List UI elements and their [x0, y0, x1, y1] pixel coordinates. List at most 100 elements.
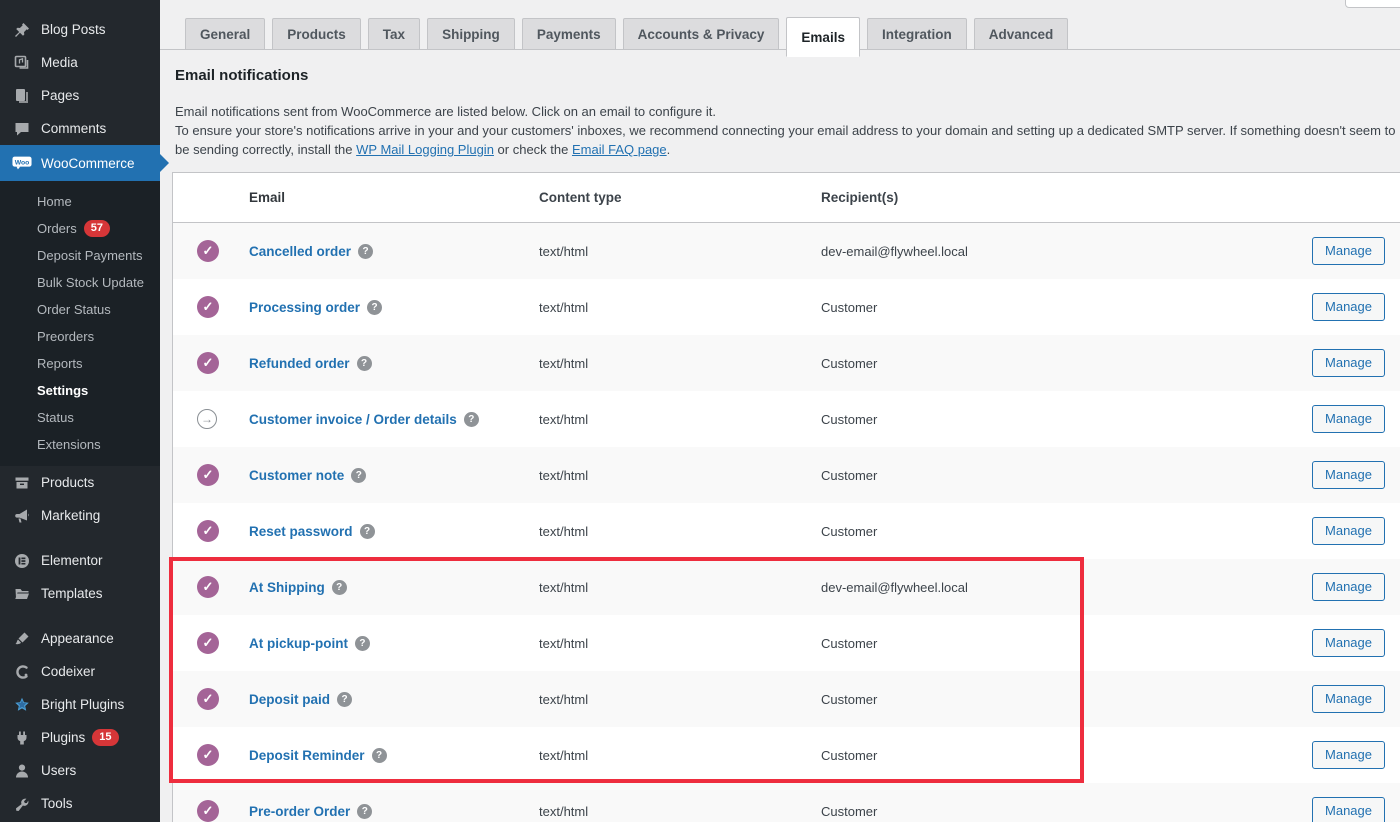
sidebar-item-products[interactable]: Products	[0, 466, 160, 499]
notice-line-2-middle: or check the	[494, 142, 572, 157]
tab-advanced[interactable]: Advanced	[974, 18, 1069, 50]
sidebar-item-codeixer[interactable]: Codeixer	[0, 655, 160, 688]
content-type-cell: text/html	[539, 692, 821, 707]
subitem-label: Home	[37, 194, 72, 209]
notice-line-1: To ensure your store's notifications arr…	[175, 121, 1400, 140]
email-name-link[interactable]: Deposit paid	[249, 692, 330, 707]
sidebar-item-appearance[interactable]: Appearance	[0, 622, 160, 655]
content-type-cell: text/html	[539, 244, 821, 259]
sidebar-item-templates[interactable]: Templates	[0, 577, 160, 610]
sidebar-item-comments[interactable]: Comments	[0, 112, 160, 145]
help-icon[interactable]: ?	[367, 300, 382, 315]
sidebar-item-users[interactable]: Users	[0, 754, 160, 787]
tab-emails[interactable]: Emails	[786, 17, 860, 57]
tab-integration[interactable]: Integration	[867, 18, 967, 50]
elementor-icon	[12, 552, 32, 570]
sidebar-subitem-reports[interactable]: Reports	[0, 350, 160, 377]
sidebar-item-pages[interactable]: Pages	[0, 79, 160, 112]
sidebar-subitem-deposit-payments[interactable]: Deposit Payments	[0, 242, 160, 269]
help-icon[interactable]: ?	[355, 636, 370, 651]
manage-cell: Manage	[1312, 237, 1400, 265]
tab-general[interactable]: General	[185, 18, 265, 50]
menu-item-label: Users	[41, 763, 76, 778]
recipient-cell: Customer	[821, 692, 1312, 707]
sidebar-subitem-home[interactable]: Home	[0, 188, 160, 215]
manage-button[interactable]: Manage	[1312, 741, 1385, 769]
menu-item-label: Templates	[41, 586, 103, 601]
recipient-cell: Customer	[821, 356, 1312, 371]
content-type-cell: text/html	[539, 412, 821, 427]
email-name-cell: Customer invoice / Order details?	[249, 412, 539, 427]
sidebar-subitem-preorders[interactable]: Preorders	[0, 323, 160, 350]
help-icon[interactable]: ?	[357, 804, 372, 819]
partial-search-box[interactable]	[1345, 0, 1400, 8]
manage-cell: Manage	[1312, 461, 1400, 489]
sidebar-subitem-status[interactable]: Status	[0, 404, 160, 431]
help-icon[interactable]: ?	[332, 580, 347, 595]
help-icon[interactable]: ?	[351, 468, 366, 483]
megaphone-icon	[12, 507, 32, 525]
settings-tabs: GeneralProductsTaxShippingPaymentsAccoun…	[185, 17, 1068, 50]
tab-tax[interactable]: Tax	[368, 18, 420, 50]
manage-button[interactable]: Manage	[1312, 573, 1385, 601]
email-row-at-shipping: ✓At Shipping?text/htmldev-email@flywheel…	[173, 559, 1400, 615]
manage-button[interactable]: Manage	[1312, 517, 1385, 545]
sidebar-item-marketing[interactable]: Marketing	[0, 499, 160, 532]
manage-button[interactable]: Manage	[1312, 461, 1385, 489]
media-icon	[12, 54, 32, 72]
email-name-link[interactable]: Customer note	[249, 468, 344, 483]
sidebar-item-plugins[interactable]: Plugins15	[0, 721, 160, 754]
woocommerce-icon: Woo	[12, 154, 32, 172]
manage-button[interactable]: Manage	[1312, 629, 1385, 657]
status-cell: →	[173, 409, 249, 429]
help-icon[interactable]: ?	[372, 748, 387, 763]
subitem-label: Preorders	[37, 329, 94, 344]
tab-shipping[interactable]: Shipping	[427, 18, 515, 50]
tab-payments[interactable]: Payments	[522, 18, 616, 50]
email-row-deposit-paid: ✓Deposit paid?text/htmlCustomerManage	[173, 671, 1400, 727]
sidebar-subitem-orders[interactable]: Orders57	[0, 215, 160, 242]
brush-icon	[12, 630, 32, 648]
email-name-link[interactable]: Refunded order	[249, 356, 350, 371]
email-name-link[interactable]: Pre-order Order	[249, 804, 350, 819]
manage-button[interactable]: Manage	[1312, 293, 1385, 321]
menu-item-label: Codeixer	[41, 664, 95, 679]
sidebar-subitem-extensions[interactable]: Extensions	[0, 431, 160, 458]
sidebar-item-woocommerce[interactable]: Woo WooCommerce	[0, 145, 160, 181]
email-name-link[interactable]: Reset password	[249, 524, 353, 539]
email-name-link[interactable]: At Shipping	[249, 580, 325, 595]
menu-item-label: WooCommerce	[41, 156, 135, 171]
menu-item-label: Pages	[41, 88, 79, 103]
manage-button[interactable]: Manage	[1312, 237, 1385, 265]
email-name-link[interactable]: Cancelled order	[249, 244, 351, 259]
tab-accounts-privacy[interactable]: Accounts & Privacy	[623, 18, 780, 50]
help-icon[interactable]: ?	[358, 244, 373, 259]
woocommerce-submenu: Home Orders57Deposit PaymentsBulk Stock U…	[0, 181, 160, 466]
help-icon[interactable]: ?	[360, 524, 375, 539]
sidebar-item-tools[interactable]: Tools	[0, 787, 160, 820]
sidebar-subitem-bulk-stock-update[interactable]: Bulk Stock Update	[0, 269, 160, 296]
help-icon[interactable]: ?	[337, 692, 352, 707]
manage-button[interactable]: Manage	[1312, 685, 1385, 713]
wp-mail-logging-plugin-link[interactable]: WP Mail Logging Plugin	[356, 142, 494, 157]
sidebar-item-bright-plugins[interactable]: Bright Plugins	[0, 688, 160, 721]
email-name-link[interactable]: Processing order	[249, 300, 360, 315]
manage-button[interactable]: Manage	[1312, 349, 1385, 377]
email-name-link[interactable]: Customer invoice / Order details	[249, 412, 457, 427]
manage-button[interactable]: Manage	[1312, 797, 1385, 822]
sidebar-item-elementor[interactable]: Elementor	[0, 544, 160, 577]
help-icon[interactable]: ?	[357, 356, 372, 371]
email-notifications-table: Email Content type Recipient(s) ✓Cancell…	[172, 172, 1400, 822]
sidebar-subitem-order-status[interactable]: Order Status	[0, 296, 160, 323]
email-name-link[interactable]: At pickup-point	[249, 636, 348, 651]
sidebar-item-media[interactable]: Media	[0, 46, 160, 79]
manage-cell: Manage	[1312, 517, 1400, 545]
help-icon[interactable]: ?	[464, 412, 479, 427]
tab-products[interactable]: Products	[272, 18, 361, 50]
sidebar-subitem-settings[interactable]: Settings	[0, 377, 160, 404]
email-name-cell: At Shipping?	[249, 580, 539, 595]
email-faq-page-link[interactable]: Email FAQ page	[572, 142, 667, 157]
sidebar-item-blog-posts[interactable]: Blog Posts	[0, 13, 160, 46]
email-name-link[interactable]: Deposit Reminder	[249, 748, 365, 763]
manage-button[interactable]: Manage	[1312, 405, 1385, 433]
